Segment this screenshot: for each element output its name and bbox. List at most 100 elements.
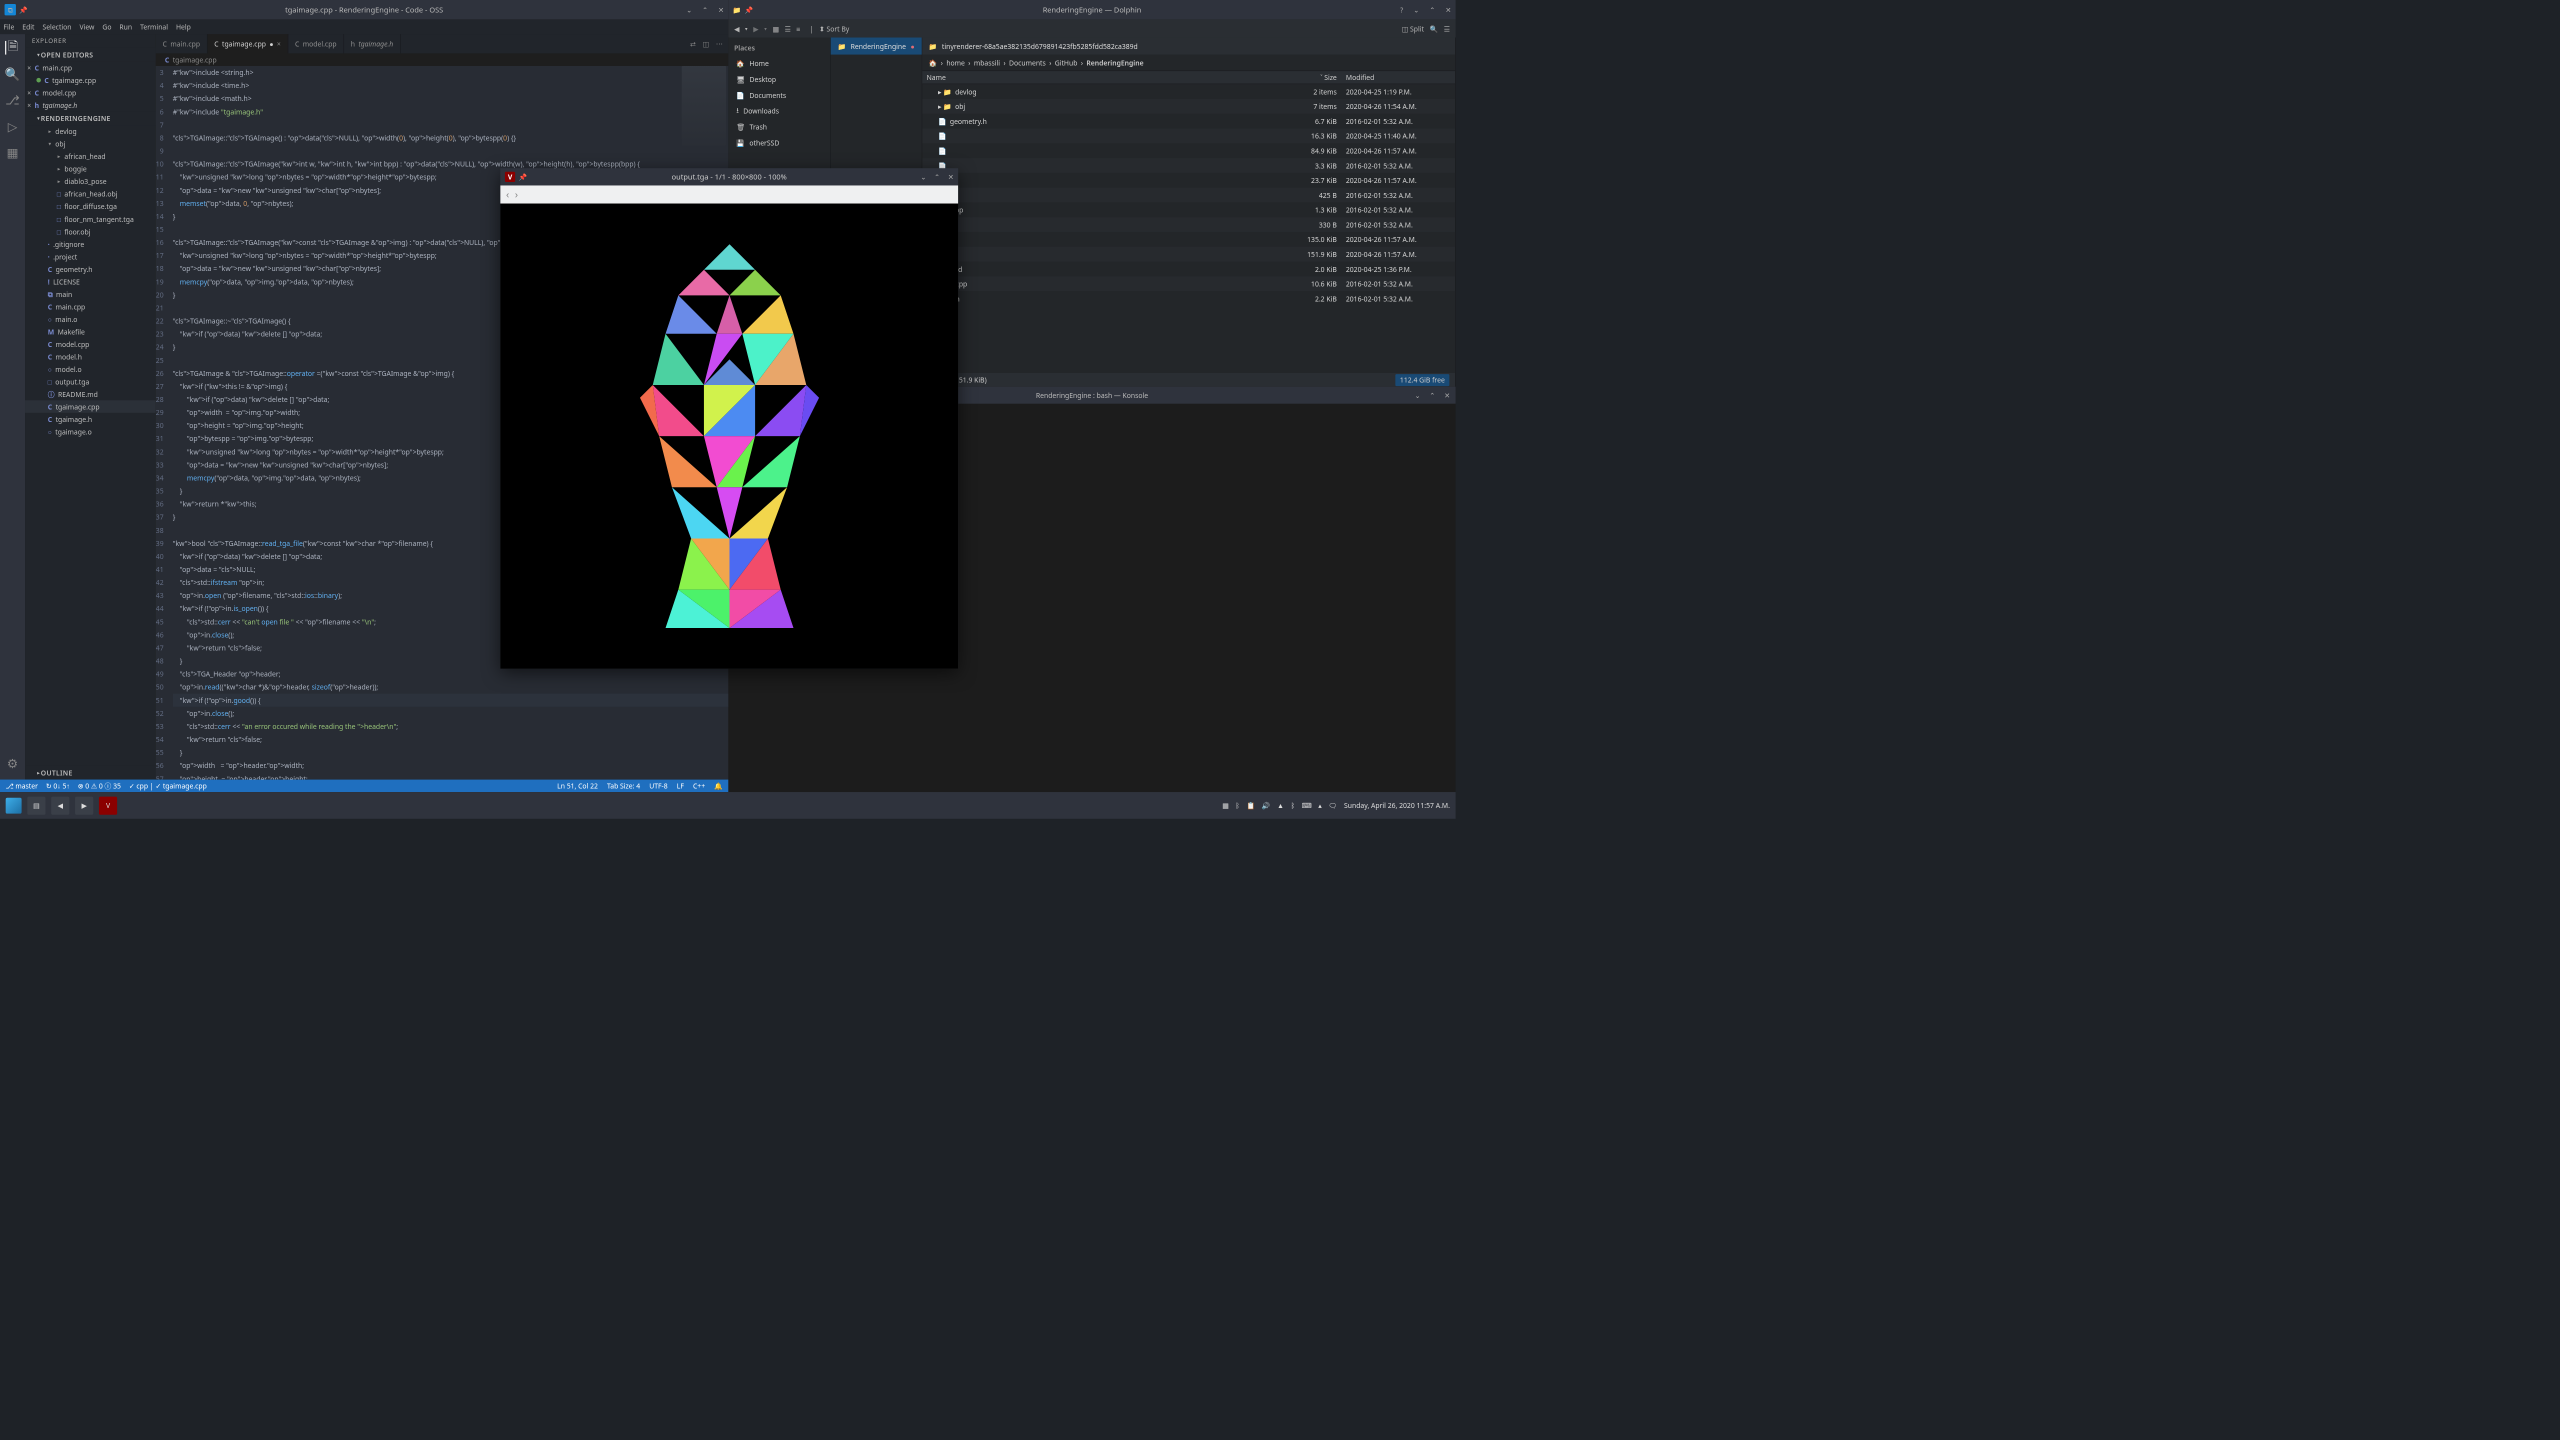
search-icon[interactable]: 🔍 bbox=[6, 67, 20, 81]
taskbar-app-1[interactable]: ▤ bbox=[27, 796, 45, 814]
menu-file[interactable]: File bbox=[3, 22, 14, 32]
file-item[interactable]: ⧉main bbox=[25, 288, 156, 301]
file-row[interactable]: 📄16.3 KiB2020-04-25 11:40 A.M. bbox=[922, 129, 1455, 144]
file-item[interactable]: ○main.o bbox=[25, 313, 156, 326]
pane-a-tab[interactable]: 📁 RenderingEngine ● bbox=[831, 38, 922, 55]
file-item[interactable]: Cmain.cpp bbox=[25, 300, 156, 313]
folder-item[interactable]: ▾obj bbox=[25, 138, 156, 151]
file-row[interactable]: 📄.md2.0 KiB2020-04-25 1:36 P.M. bbox=[922, 262, 1455, 277]
taskbar-app-4[interactable]: V bbox=[99, 796, 117, 814]
folder-item[interactable]: ▸diablo3_pose bbox=[25, 175, 156, 188]
file-item[interactable]: ⓘREADME.md bbox=[25, 388, 156, 401]
file-item[interactable]: ○model.o bbox=[25, 363, 156, 376]
column-headers[interactable]: Name ˅ Size Modified bbox=[922, 71, 1455, 85]
file-row[interactable]: 📄geometry.h6.7 KiB2016-02-01 5:32 A.M. bbox=[922, 114, 1455, 129]
editor-tab[interactable]: Cmodel.cpp bbox=[288, 34, 344, 53]
project-header[interactable]: ▾ RENDERINGENGINE bbox=[25, 111, 156, 125]
tray-bluetooth-icon[interactable]: ᛒ bbox=[1236, 801, 1240, 811]
menu-selection[interactable]: Selection bbox=[42, 22, 71, 32]
close-icon[interactable]: ✕ bbox=[718, 5, 724, 15]
forward-icon[interactable]: ▶ bbox=[753, 24, 758, 34]
menu-go[interactable]: Go bbox=[102, 22, 111, 32]
menu-view[interactable]: View bbox=[79, 22, 94, 32]
file-item[interactable]: Ctgaimage.h bbox=[25, 413, 156, 426]
file-row[interactable]: 📄e.h2.2 KiB2016-02-01 5:32 A.M. bbox=[922, 291, 1455, 306]
tray-chevron-icon[interactable]: ▴ bbox=[1318, 801, 1321, 811]
file-row[interactable]: 📄425 B2016-02-01 5:32 A.M. bbox=[922, 188, 1455, 203]
taskbar-app-2[interactable]: ◀ bbox=[51, 796, 69, 814]
file-row[interactable]: 📄.cpp1.3 KiB2016-02-01 5:32 A.M. bbox=[922, 202, 1455, 217]
tray-keyboard-icon[interactable]: ⌨ bbox=[1302, 801, 1312, 811]
clock[interactable]: Sunday, April 26, 2020 11:57 A.M. bbox=[1344, 801, 1450, 811]
split-editor-icon[interactable]: ◫ bbox=[703, 39, 709, 49]
folder-item[interactable]: ▸devlog bbox=[25, 125, 156, 138]
minimap[interactable] bbox=[682, 66, 726, 146]
open-editor-item[interactable]: ×Cmain.cpp bbox=[25, 61, 156, 74]
file-item[interactable]: Cmodel.h bbox=[25, 350, 156, 363]
vscode-titlebar[interactable]: ⧉ 📌 tgaimage.cpp - RenderingEngine - Cod… bbox=[0, 0, 728, 19]
gear-icon[interactable]: ⚙ bbox=[6, 757, 20, 771]
file-row[interactable]: 📄e.cpp10.6 KiB2016-02-01 5:32 A.M. bbox=[922, 276, 1455, 291]
file-item[interactable]: Ctgaimage.cpp bbox=[25, 400, 156, 413]
tray-grid-icon[interactable]: ▦ bbox=[1222, 801, 1228, 811]
dolphin-titlebar[interactable]: 📁 📌 RenderingEngine — Dolphin ? ⌄ ⌃ ✕ bbox=[728, 0, 1455, 19]
scm-icon[interactable]: ⎇ bbox=[6, 93, 20, 107]
tray-notif-icon[interactable]: 🗨 bbox=[1329, 801, 1338, 811]
file-item[interactable]: ·.project bbox=[25, 250, 156, 263]
file-row[interactable]: 📄3.3 KiB2016-02-01 5:32 A.M. bbox=[922, 158, 1455, 173]
tray-network-icon[interactable]: ▲ bbox=[1277, 801, 1284, 811]
view-icons-icon[interactable]: ▦ bbox=[772, 24, 778, 34]
menu-terminal[interactable]: Terminal bbox=[140, 22, 168, 32]
tab-size[interactable]: Tab Size: 4 bbox=[607, 781, 640, 791]
chevron-down-icon[interactable]: ⌄ bbox=[686, 5, 692, 15]
open-editor-item[interactable]: ×htgaimage.h bbox=[25, 99, 156, 112]
editor-tab[interactable]: Cmain.cpp bbox=[156, 34, 208, 53]
explorer-icon[interactable]: 🗎 bbox=[5, 41, 19, 55]
places-item[interactable]: 🏠Home bbox=[728, 55, 830, 71]
bell-icon[interactable]: 🔔 bbox=[714, 781, 723, 791]
file-item[interactable]: □floor_nm_tangent.tga bbox=[25, 213, 156, 226]
folder-item[interactable]: ▸african_head bbox=[25, 150, 156, 163]
breadcrumb[interactable]: 🏠› home› mbassili› Documents› GitHub› Re… bbox=[922, 55, 1455, 71]
language-mode[interactable]: C++ bbox=[693, 781, 705, 791]
file-row[interactable]: 📄84.9 KiB2020-04-26 11:57 A.M. bbox=[922, 143, 1455, 158]
file-row[interactable]: 📄135.0 KiB2020-04-26 11:57 A.M. bbox=[922, 232, 1455, 247]
prev-icon[interactable]: ‹ bbox=[506, 188, 509, 202]
menu-icon[interactable]: ☰ bbox=[1444, 24, 1450, 34]
open-editor-item[interactable]: Ctgaimage.cpp bbox=[25, 74, 156, 87]
places-item[interactable]: 🖥Desktop bbox=[728, 71, 830, 87]
places-item[interactable]: 🗑Trash bbox=[728, 119, 830, 135]
image-canvas[interactable] bbox=[500, 204, 958, 669]
file-item[interactable]: □floor.obj bbox=[25, 225, 156, 238]
file-item[interactable]: ○tgaimage.o bbox=[25, 425, 156, 438]
file-row[interactable]: 📄330 B2016-02-01 5:32 A.M. bbox=[922, 217, 1455, 232]
view-details-icon[interactable]: ≡ bbox=[796, 24, 800, 34]
start-button[interactable] bbox=[6, 797, 22, 813]
sort-button[interactable]: ⬍ Sort By bbox=[819, 24, 849, 34]
lang-status[interactable]: ✓ cpp | ✓ tgaimage.cpp bbox=[129, 781, 207, 791]
file-row[interactable]: ▸ 📁devlog2 items2020-04-25 1:19 P.M. bbox=[922, 84, 1455, 99]
taskbar-app-3[interactable]: ▶ bbox=[75, 796, 93, 814]
debug-icon[interactable]: ▷ bbox=[6, 119, 20, 133]
view-compact-icon[interactable]: ☰ bbox=[785, 24, 791, 34]
folder-item[interactable]: ▸boggie bbox=[25, 163, 156, 176]
file-item[interactable]: !LICENSE bbox=[25, 275, 156, 288]
pin-icon[interactable]: 📌 bbox=[19, 5, 28, 15]
file-item[interactable]: MMakefile bbox=[25, 325, 156, 338]
file-item[interactable]: ·.gitignore bbox=[25, 238, 156, 251]
menu-help[interactable]: Help bbox=[176, 22, 191, 32]
tray-bluetooth2-icon[interactable]: ᛒ bbox=[1291, 801, 1295, 811]
open-editor-item[interactable]: ×Cmodel.cpp bbox=[25, 86, 156, 99]
compare-icon[interactable]: ⇄ bbox=[690, 39, 696, 49]
file-list[interactable]: ▸ 📁devlog2 items2020-04-25 1:19 P.M.▸ 📁o… bbox=[922, 84, 1455, 373]
editor-tab[interactable]: Ctgaimage.cpp●× bbox=[207, 34, 288, 53]
breadcrumb[interactable]: C tgaimage.cpp bbox=[156, 53, 729, 66]
pane-b-tab[interactable]: 📁 tinyrenderer-68a5ae382135d679891423fb5… bbox=[922, 38, 1455, 55]
tray-clipboard-icon[interactable]: 📋 bbox=[1246, 801, 1255, 811]
close-icon[interactable]: × bbox=[27, 63, 31, 73]
problems[interactable]: ⊗ 0 ⚠ 0 ⓘ 35 bbox=[78, 781, 121, 791]
file-row[interactable]: 📄23.7 KiB2020-04-26 11:57 A.M. bbox=[922, 173, 1455, 188]
more-icon[interactable]: ⋯ bbox=[716, 39, 723, 49]
chevron-up-icon[interactable]: ⌃ bbox=[702, 5, 708, 15]
file-item[interactable]: Cgeometry.h bbox=[25, 263, 156, 276]
